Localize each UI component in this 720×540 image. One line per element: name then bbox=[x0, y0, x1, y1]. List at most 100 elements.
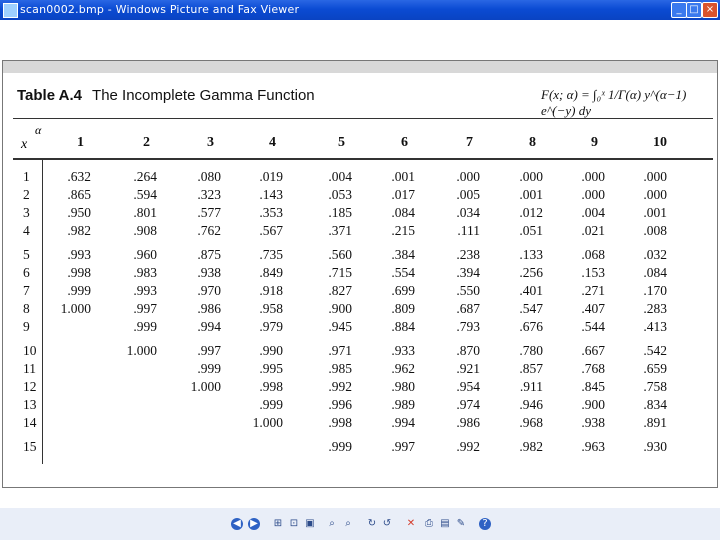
print-icon[interactable]: ⎙ bbox=[423, 518, 435, 530]
table-cell: .008 bbox=[643, 223, 667, 238]
table-cell bbox=[51, 414, 91, 432]
table-cell: .995 bbox=[259, 361, 283, 376]
table-cell: .875 bbox=[197, 247, 221, 262]
table-cell: .997 bbox=[391, 439, 415, 454]
table-cell: .900 bbox=[328, 301, 352, 316]
scan-border bbox=[3, 61, 717, 73]
table-cell: .918 bbox=[259, 283, 283, 298]
table-cell: .143 bbox=[259, 187, 283, 202]
table-cell: .930 bbox=[643, 439, 667, 454]
table-cell: 1.000 bbox=[252, 415, 283, 430]
table-cell: .215 bbox=[391, 223, 415, 238]
table-cell: .667 bbox=[581, 343, 605, 358]
table-cell: .000 bbox=[519, 169, 543, 184]
table-cell: .999 bbox=[328, 439, 352, 454]
best-fit-icon[interactable]: ⊞ bbox=[272, 518, 284, 530]
table-cell: .413 bbox=[643, 319, 667, 334]
table-cell bbox=[117, 438, 157, 456]
window-title-bar[interactable]: scan0002.bmp - Windows Picture and Fax V… bbox=[0, 0, 720, 20]
close-button[interactable]: × bbox=[702, 2, 718, 18]
table-cell bbox=[51, 360, 91, 378]
table-cell: .034 bbox=[456, 205, 480, 220]
table-cell: .911 bbox=[519, 379, 543, 394]
slideshow-icon[interactable]: ▣ bbox=[304, 518, 316, 530]
x-value-cell: 13 bbox=[23, 397, 37, 412]
x-value-cell: 3 bbox=[23, 205, 30, 220]
table-cell: .921 bbox=[456, 361, 480, 376]
table-cell bbox=[51, 378, 91, 396]
x-value-cell: 5 bbox=[23, 247, 30, 262]
table-cell: .005 bbox=[456, 187, 480, 202]
table-cell: .371 bbox=[328, 223, 352, 238]
table-cell bbox=[51, 438, 91, 456]
alpha-corner-label: α bbox=[35, 123, 42, 137]
table-cell: .019 bbox=[259, 169, 283, 184]
table-cell bbox=[51, 342, 91, 360]
table-cell: .857 bbox=[519, 361, 543, 376]
table-cell bbox=[51, 396, 91, 414]
table-cell: 1.000 bbox=[60, 301, 91, 316]
table-cell: .051 bbox=[519, 223, 543, 238]
x-value-column: 1 2 3 4 5 6 7 8 9 10 11 12 13 14 15 bbox=[23, 168, 41, 456]
previous-image-icon[interactable]: ◀ bbox=[231, 518, 243, 530]
table-cell: .950 bbox=[67, 205, 91, 220]
table-cell: .560 bbox=[328, 247, 352, 262]
alpha-column-2: .264 .594 .801 .908 .960 .983 .993 .997 .999 1.00… bbox=[117, 168, 157, 456]
x-value-cell: 15 bbox=[23, 439, 37, 454]
rotate-clockwise-icon[interactable]: ↻ bbox=[366, 518, 378, 530]
table-cell: .834 bbox=[643, 397, 667, 412]
table-cell: .979 bbox=[259, 319, 283, 334]
table-cell: .111 bbox=[457, 223, 480, 238]
table-number: Table A.4 bbox=[17, 87, 83, 104]
table-cell: .982 bbox=[67, 223, 91, 238]
table-cell: .264 bbox=[133, 169, 157, 184]
table-cell: .185 bbox=[328, 205, 352, 220]
table-cell: .001 bbox=[391, 169, 415, 184]
help-icon[interactable]: ? bbox=[479, 518, 491, 530]
table-cell: .001 bbox=[643, 205, 667, 220]
table-cell: .384 bbox=[391, 247, 415, 262]
table-cell: .971 bbox=[328, 343, 352, 358]
rotate-counterclockwise-icon[interactable]: ↺ bbox=[381, 518, 393, 530]
table-cell: .394 bbox=[456, 265, 480, 280]
table-name: The Incomplete Gamma Function bbox=[92, 87, 315, 104]
table-cell: .982 bbox=[519, 439, 543, 454]
alpha-header-1: 1 bbox=[77, 135, 84, 150]
actual-size-icon[interactable]: ⊡ bbox=[288, 518, 300, 530]
maximize-button[interactable]: □ bbox=[686, 2, 702, 18]
table-top-rule bbox=[13, 118, 713, 119]
edit-icon[interactable]: ✎ bbox=[455, 518, 467, 530]
table-cell: .960 bbox=[133, 247, 157, 262]
next-image-icon[interactable]: ▶ bbox=[248, 518, 260, 530]
table-cell: .632 bbox=[67, 169, 91, 184]
table-cell: .993 bbox=[133, 283, 157, 298]
table-cell bbox=[181, 414, 221, 432]
table-cell: .954 bbox=[456, 379, 480, 394]
table-cell bbox=[51, 318, 91, 336]
image-viewport[interactable]: Table A.4 The Incomplete Gamma Function F… bbox=[0, 20, 720, 508]
alpha-column-8: .000 .001 .012 .051 .133 .256 .401 .547 .676 .780… bbox=[503, 168, 543, 456]
minimize-button[interactable]: _ bbox=[671, 2, 687, 18]
table-cell: .998 bbox=[67, 265, 91, 280]
table-cell: .884 bbox=[391, 319, 415, 334]
alpha-header-4: 4 bbox=[269, 135, 276, 150]
alpha-header-5: 5 bbox=[338, 135, 345, 150]
table-cell: .170 bbox=[643, 283, 667, 298]
image-file-icon bbox=[3, 3, 18, 18]
alpha-header-3: 3 bbox=[207, 135, 214, 150]
table-cell: .000 bbox=[456, 169, 480, 184]
table-cell bbox=[117, 396, 157, 414]
delete-icon[interactable]: ✕ bbox=[405, 518, 417, 530]
x-value-cell: 12 bbox=[23, 379, 37, 394]
table-cell: .735 bbox=[259, 247, 283, 262]
x-value-cell: 10 bbox=[23, 343, 37, 358]
save-icon[interactable]: ▤ bbox=[439, 518, 451, 530]
table-cell: .999 bbox=[197, 361, 221, 376]
table-cell: .068 bbox=[581, 247, 605, 262]
zoom-out-icon[interactable]: ⌕ bbox=[342, 518, 354, 530]
zoom-in-icon[interactable]: ⌕ bbox=[326, 518, 338, 530]
table-cell bbox=[243, 438, 283, 456]
table-cell: .985 bbox=[328, 361, 352, 376]
table-cell: .687 bbox=[456, 301, 480, 316]
table-cell: .004 bbox=[328, 169, 352, 184]
